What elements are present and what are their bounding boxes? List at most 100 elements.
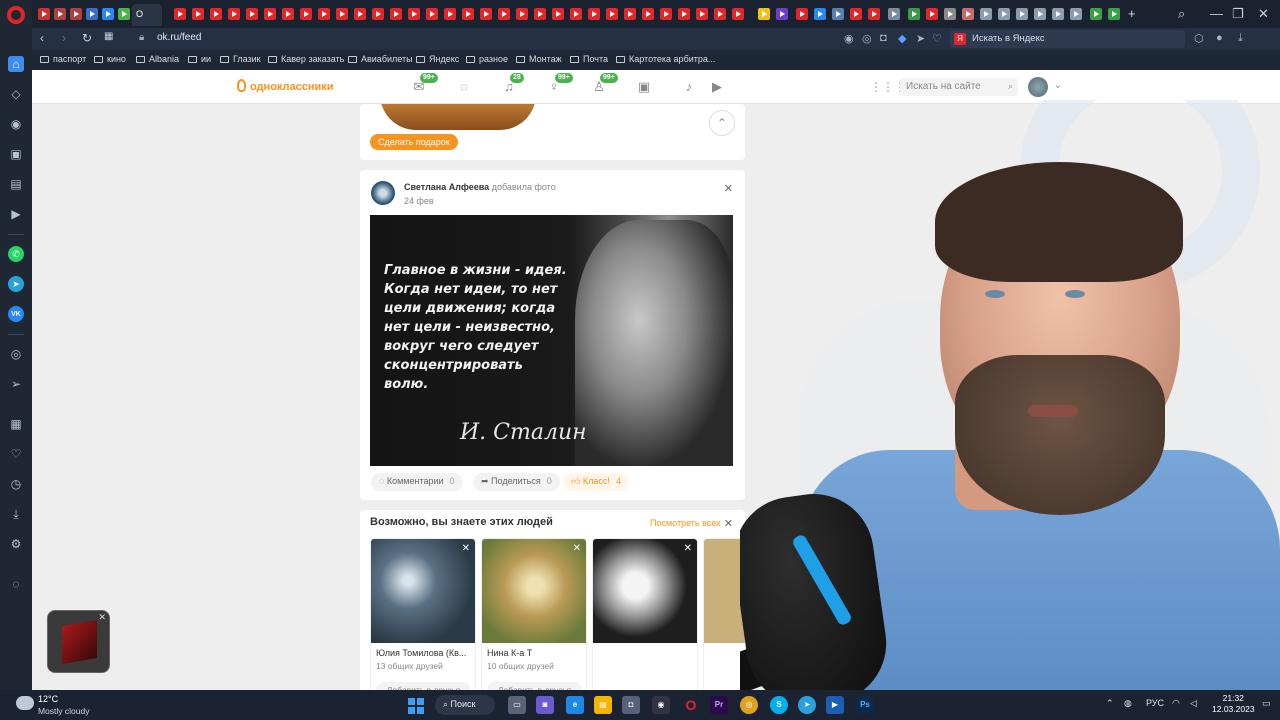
bookmark-item[interactable]: ии (188, 54, 211, 64)
home-icon[interactable]: ⌂ (8, 56, 24, 72)
youtube-tab-icon[interactable] (660, 8, 672, 20)
downloads-icon[interactable]: ⤓ (1238, 32, 1243, 45)
bookmark-item[interactable]: кино (94, 54, 126, 64)
close-icon[interactable]: ✕ (684, 543, 692, 554)
weather-temperature[interactable]: 12°C (38, 694, 58, 704)
youtube-tab-icon[interactable] (678, 8, 690, 20)
premiere-icon[interactable]: Pr (710, 696, 728, 714)
lock-icon[interactable]: 🔒︎ (139, 32, 144, 43)
messages-icon[interactable]: ✉ 99+ (411, 73, 438, 95)
youtube-tab-icon[interactable] (606, 8, 618, 20)
bookmark-item[interactable]: Картотека арбитра... (616, 54, 715, 64)
comments-button[interactable]: ◌ Комментарии 0 (371, 473, 463, 491)
add-friend-button[interactable]: Добавить в друзья (487, 682, 582, 690)
file-explorer-icon[interactable]: ▤ (594, 696, 612, 714)
video-icon[interactable]: ▶ (709, 79, 725, 95)
volume-icon[interactable]: ◁ (1190, 698, 1197, 709)
send-icon[interactable]: ➢ (8, 376, 24, 392)
bookmark-item[interactable]: Кавер заказать (268, 54, 344, 64)
taskbar-search[interactable]: ⌕ Поиск (435, 695, 495, 715)
edge-icon[interactable]: e (566, 696, 584, 714)
chevron-down-icon[interactable]: ⌄ (1050, 80, 1066, 96)
bookmark-item[interactable]: Авиабилеты (348, 54, 413, 64)
camera-icon[interactable]: ◘ (880, 32, 887, 44)
url-field[interactable]: ok.ru/feed (157, 32, 201, 43)
tab-favicon[interactable] (980, 8, 992, 20)
tab-favicon[interactable] (944, 8, 956, 20)
floating-app-thumbnail[interactable]: ✕ (47, 610, 110, 673)
bag-icon[interactable]: ▤ (8, 176, 24, 192)
youtube-tab-icon[interactable] (444, 8, 456, 20)
user-avatar[interactable] (1028, 77, 1048, 97)
tab-search-icon[interactable]: ⌕ (1178, 6, 1185, 22)
bookmark-item[interactable]: Глазик (220, 54, 261, 64)
tab-favicon[interactable] (1052, 8, 1064, 20)
camera-app-icon[interactable]: ◘ (622, 696, 640, 714)
lightbulb-icon[interactable]: ◌ (8, 576, 24, 592)
tab-favicon[interactable] (38, 8, 50, 20)
tab-favicon[interactable] (1108, 8, 1120, 20)
pymk-show-all-link[interactable]: Посмотреть всех (650, 518, 721, 528)
tab-favicon[interactable] (1034, 8, 1046, 20)
share-icon[interactable]: ➤ (916, 32, 925, 45)
youtube-tab-icon[interactable] (354, 8, 366, 20)
youtube-tab-icon[interactable] (264, 8, 276, 20)
tab-favicon[interactable] (908, 8, 920, 20)
youtube-tab-icon[interactable] (246, 8, 258, 20)
tab-favicon[interactable] (796, 8, 808, 20)
tab-favicon[interactable] (998, 8, 1010, 20)
youtube-tab-icon[interactable] (174, 8, 186, 20)
vpn-icon[interactable]: ◉ (844, 32, 854, 45)
post-author-name[interactable]: Светлана Алфеева (404, 182, 489, 192)
close-icon[interactable]: ✕ (724, 517, 733, 530)
ok-search-input[interactable]: Искать на сайте ⌕ (900, 78, 1018, 96)
discussions-icon[interactable]: ◌ (456, 79, 472, 95)
tab-favicon[interactable] (758, 8, 770, 20)
player-icon[interactable]: ▶ (8, 206, 24, 222)
close-window-icon[interactable]: ✕ (1258, 6, 1269, 22)
new-tab-icon[interactable]: + (1128, 6, 1136, 21)
close-icon[interactable]: ✕ (724, 182, 733, 195)
pymk-photo[interactable] (482, 539, 586, 643)
opera-logo-icon[interactable] (7, 6, 25, 24)
weather-description[interactable]: Mostly cloudy (38, 706, 90, 716)
tab-favicon[interactable] (1090, 8, 1102, 20)
history-icon[interactable]: ◷ (8, 476, 24, 492)
youtube-tab-icon[interactable] (192, 8, 204, 20)
pymk-photo[interactable] (371, 539, 475, 643)
pymk-card[interactable]: ✕ (592, 538, 698, 690)
tab-favicon[interactable] (832, 8, 844, 20)
close-icon[interactable]: ✕ (462, 543, 470, 554)
like-button[interactable]: 👍︎ Класс! 4 (563, 473, 629, 491)
pymk-photo[interactable] (593, 539, 697, 643)
download-icon[interactable]: ⤓ (8, 506, 24, 522)
youtube-tab-icon[interactable] (480, 8, 492, 20)
youtube-tab-icon[interactable] (624, 8, 636, 20)
share-button[interactable]: ➦ Поделиться 0 (473, 473, 560, 491)
youtube-tab-icon[interactable] (696, 8, 708, 20)
pin-icon[interactable]: ◇ (8, 86, 24, 102)
notifications-tray-icon[interactable]: ▭ (1262, 698, 1271, 709)
tab-favicon[interactable] (86, 8, 98, 20)
youtube-tab-icon[interactable] (516, 8, 528, 20)
tab-active[interactable]: O (132, 4, 162, 26)
task-view-icon[interactable]: ▭ (508, 696, 526, 714)
bookmark-item[interactable]: Яндекс (416, 54, 459, 64)
minimize-icon[interactable]: — (1210, 6, 1223, 21)
language-indicator[interactable]: РУС (1146, 698, 1164, 708)
reload-icon[interactable]: ↻ (82, 31, 92, 45)
bookmark-item[interactable]: Albania (136, 54, 179, 64)
youtube-tab-icon[interactable] (462, 8, 474, 20)
bookmark-heart-icon[interactable]: ♡ (932, 32, 942, 45)
wifi-icon[interactable]: ◠ (1172, 698, 1180, 709)
briefcase-icon[interactable]: ▣ (8, 146, 24, 162)
post-author-avatar[interactable] (371, 181, 395, 205)
telegram-icon[interactable]: ➤ (8, 276, 24, 292)
taskbar-clock[interactable]: 21:32 12.03.2023 (1212, 693, 1255, 715)
apps-icon[interactable]: ▦ (8, 416, 24, 432)
add-friend-button[interactable]: Добавить в друзья (376, 682, 471, 690)
pymk-name[interactable]: Нина К-а Т (487, 648, 532, 658)
profile-icon[interactable]: ● (1216, 32, 1223, 44)
ai-aria-icon[interactable]: ◉ (8, 116, 24, 132)
tab-favicon[interactable] (814, 8, 826, 20)
